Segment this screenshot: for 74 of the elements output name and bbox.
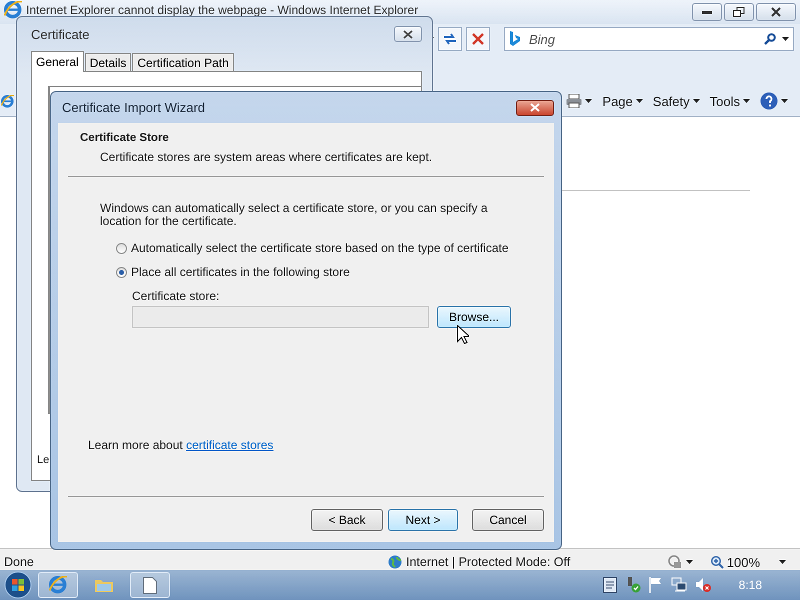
print-button[interactable] [566,94,592,108]
taskbar-button[interactable] [130,572,170,598]
radio-button[interactable] [116,266,127,278]
minimize-button[interactable] [692,3,722,21]
zoom-icon [710,556,724,568]
browse-button[interactable]: Browse... [437,306,511,328]
menu-button[interactable]: Safety [652,94,700,108]
caret-icon [636,99,643,103]
search-field[interactable]: Bing [504,27,794,51]
stop-button[interactable] [466,27,490,51]
dialog-title: Certificate [31,26,90,42]
help-icon [760,92,778,110]
caret-icon [686,560,693,564]
caret-icon [779,560,786,564]
field-label: Certificate store: [132,289,220,303]
tab[interactable]: Details [84,53,132,71]
restore-icon [733,7,745,17]
link[interactable]: certificate stores [186,438,274,452]
caret-icon [692,99,700,103]
menu-button[interactable]: Tools [710,94,750,108]
close-icon [530,103,540,112]
minimize-icon [702,10,712,14]
window-title: Internet Explorer cannot display the webpage - Windows Internet Explorer [26,3,420,17]
close-button[interactable] [756,3,796,21]
wizard-title: Certificate Import Wizard [62,100,206,115]
help-button[interactable] [760,92,788,110]
speaker-icon[interactable] [694,577,711,593]
status-text: Done [4,555,35,569]
bing-logo-icon [509,31,521,47]
tab[interactable]: General [31,51,84,72]
radio-label[interactable]: Place all certificates in the following store [131,265,350,279]
store-field[interactable] [132,306,429,328]
zoom-button[interactable]: 100% [710,554,786,570]
flag-icon[interactable] [648,577,663,593]
wizard-button[interactable]: < Back [311,508,383,530]
restore-button[interactable] [724,3,754,21]
zone-text: Internet | Protected Mode: Off [406,555,570,569]
radio-label[interactable]: Automatically select the certificate store based on the type of certificate [131,241,509,255]
panel-text: Le [37,454,50,466]
wizard-button[interactable]: Cancel [472,508,544,530]
notes-icon[interactable] [602,577,617,593]
section-heading: Certificate Store [80,132,170,144]
security-button[interactable] [668,555,693,569]
caret-icon [743,99,750,103]
browser-tab-icon [1,94,14,108]
caret-icon [781,99,788,103]
close-button[interactable] [516,100,554,116]
caret-icon [782,37,789,41]
browser-icon [49,576,67,594]
taskbar-button[interactable] [38,572,78,598]
learn-more-text: Learn more about certificate stores [88,438,274,452]
globe-icon [388,555,402,569]
stop-icon [472,33,484,45]
refresh-icon [442,32,458,46]
instructions-text: Windows can automatically select a certificate store, or you can specify a location for the certificate. [100,202,489,228]
wizard-button[interactable]: Next > [388,508,458,530]
cursor-icon [457,325,469,344]
search-icon [764,33,776,45]
radio-button[interactable] [116,242,127,254]
browser-icon [4,1,22,19]
folder-icon [95,578,113,592]
section-description: Certificate stores are system areas where certificates are kept. [99,150,434,164]
network-icon[interactable] [670,577,687,593]
caret-icon [585,99,592,103]
refresh-button[interactable] [438,27,462,51]
document-icon [143,576,157,594]
printer-icon [566,94,582,108]
search-input[interactable]: Bing [527,30,758,48]
close-icon [771,7,781,17]
close-button[interactable] [394,26,422,42]
close-icon [403,30,413,38]
tab[interactable]: Certification Path [132,53,234,71]
menu-button[interactable]: Page [602,94,643,108]
start-button-icon[interactable] [4,571,32,599]
